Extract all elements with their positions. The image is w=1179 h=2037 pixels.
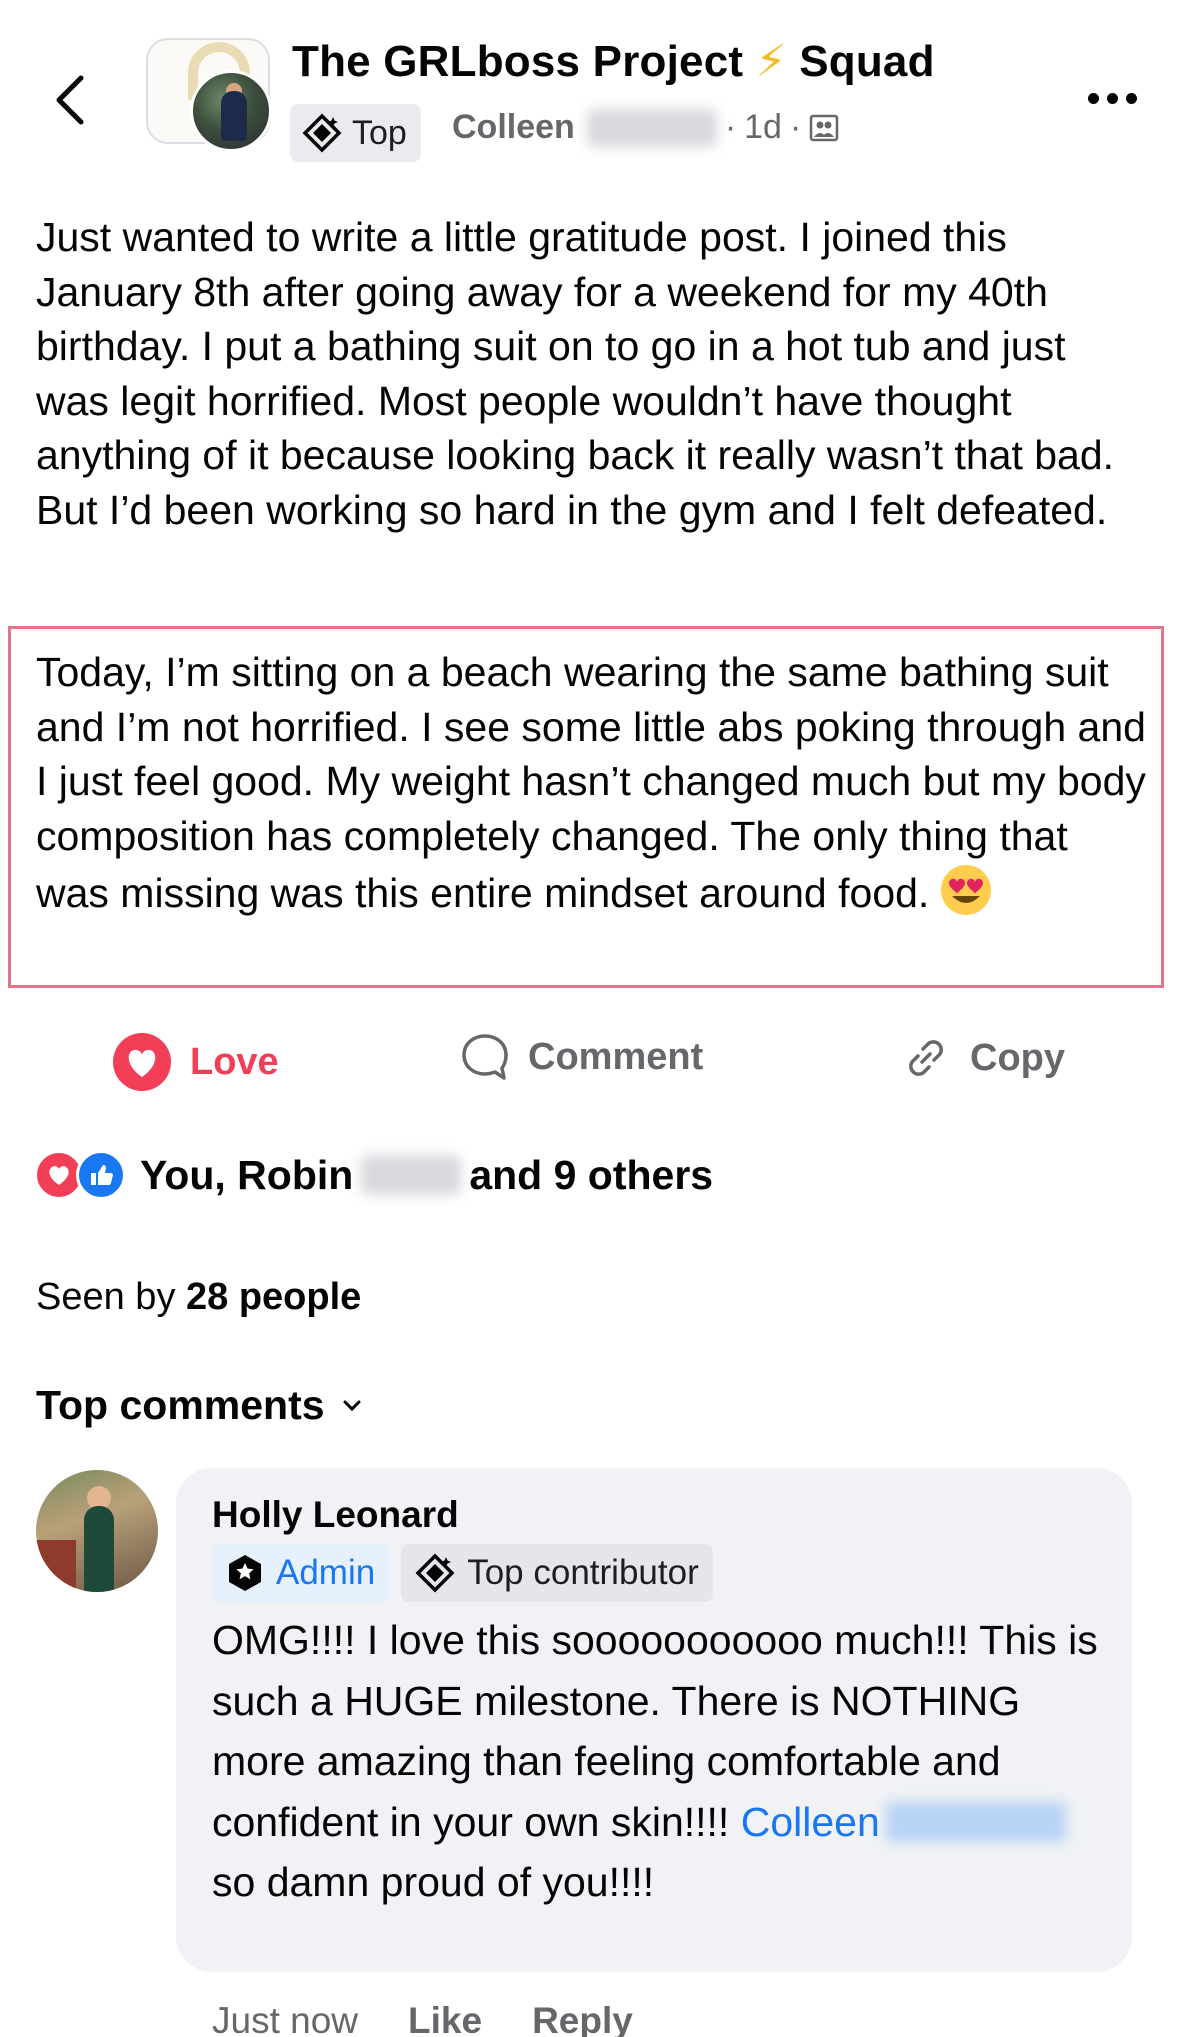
comment-label: Comment [528, 1035, 704, 1078]
comment-time[interactable]: Just now [212, 2000, 358, 2037]
commenter-badges: Admin Top contributor [212, 1544, 713, 1602]
post-meta: Colleen · 1d · [452, 108, 839, 147]
chevron-down-icon [343, 1400, 361, 1411]
like-reaction-icon [76, 1150, 126, 1200]
link-icon [909, 1040, 943, 1076]
redacted-name [586, 108, 717, 147]
love-label: Love [190, 1040, 279, 1083]
group-name[interactable]: The GRLboss Project ⚡ Squad [292, 36, 935, 87]
top-badge[interactable]: Top [290, 104, 421, 162]
separator: · [789, 108, 802, 146]
seen-prefix: Seen by [36, 1276, 176, 1318]
top-contributor-label: Top contributor [467, 1553, 699, 1592]
comment-icon [462, 1034, 508, 1080]
mention-link[interactable]: Colleen [741, 1799, 880, 1845]
commenter-avatar[interactable] [36, 1470, 158, 1592]
top-contributor-badge[interactable]: Top contributor [401, 1544, 713, 1602]
copy-button[interactable]: Copy [900, 1032, 1065, 1084]
more-options-button[interactable] [1082, 78, 1142, 118]
top-contributor-icon [415, 1553, 455, 1593]
commenter-name[interactable]: Holly Leonard [212, 1494, 459, 1536]
heart-eyes-emoji-icon [941, 865, 992, 915]
reactions-names: You, Robin [140, 1151, 354, 1198]
admin-shield-icon [229, 1555, 261, 1591]
top-badge-label: Top [352, 113, 407, 152]
top-contributor-icon [302, 113, 342, 153]
author-avatar[interactable] [190, 70, 272, 152]
post-time[interactable]: 1d [744, 108, 782, 147]
admin-badge-label: Admin [276, 1553, 376, 1592]
chevron-left-icon [56, 75, 84, 125]
love-button[interactable]: Love [112, 1032, 279, 1092]
comment-reply-button[interactable]: Reply [532, 2000, 633, 2037]
back-button[interactable] [40, 62, 100, 138]
comment-text: OMG!!!! I love this sooooooooooo much!!!… [212, 1610, 1112, 1913]
comment-actions: Just now Like Reply [212, 2000, 633, 2037]
reaction-icons [34, 1150, 126, 1200]
group-name-suffix: Squad [799, 37, 935, 86]
more-dot [1125, 92, 1137, 104]
post-paragraph-2: Today, I’m sitting on a beach wearing th… [36, 645, 1146, 921]
comment-text-after: so damn proud of you!!!! [212, 1859, 655, 1905]
comment-sort-dropdown[interactable]: Top comments [36, 1382, 361, 1429]
admin-badge[interactable]: Admin [212, 1544, 390, 1602]
group-name-text: The GRLboss Project [292, 37, 744, 86]
reactions-summary[interactable]: You, Robin and 9 others [34, 1150, 713, 1200]
copy-label: Copy [970, 1036, 1065, 1079]
seen-count: 28 people [186, 1276, 362, 1318]
love-reaction-icon [113, 1033, 171, 1091]
comment-button[interactable]: Comment [460, 1032, 703, 1082]
group-privacy-icon [810, 114, 839, 141]
lightning-icon: ⚡ [755, 37, 787, 86]
seen-by[interactable]: Seen by 28 people [36, 1276, 361, 1319]
reactions-others: and 9 others [469, 1151, 714, 1198]
redacted-mention [885, 1801, 1066, 1842]
more-dot [1106, 92, 1118, 104]
redacted-name [361, 1155, 462, 1195]
comment-like-button[interactable]: Like [408, 2000, 482, 2037]
separator: · [724, 108, 737, 146]
author-name[interactable]: Colleen [452, 108, 575, 147]
more-dot [1087, 92, 1099, 104]
comment-sort-label: Top comments [36, 1382, 325, 1428]
post-paragraph-1: Just wanted to write a little gratitude … [36, 214, 1115, 533]
